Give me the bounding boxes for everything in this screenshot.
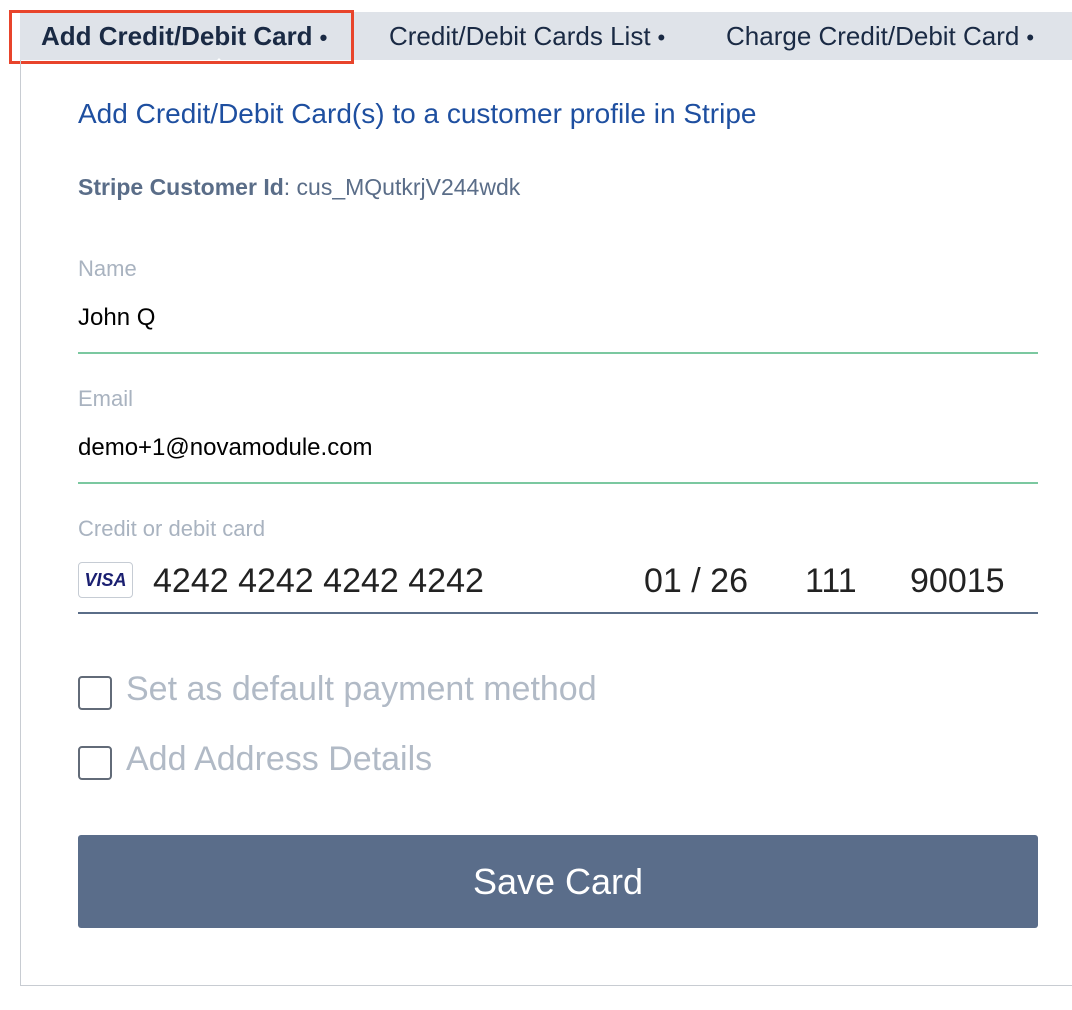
name-label: Name bbox=[78, 256, 137, 281]
customer-id-separator: : bbox=[283, 174, 291, 200]
card-expiry-field[interactable]: 01 / 26 bbox=[644, 558, 748, 604]
address-details-option[interactable]: Add Address Details bbox=[78, 740, 478, 784]
customer-id-label: Stripe Customer Id bbox=[78, 174, 284, 200]
address-details-label[interactable]: Add Address Details bbox=[126, 740, 432, 779]
tab-add-card[interactable]: Add Credit/Debit Card • bbox=[41, 12, 327, 60]
tab-separator-dot: • bbox=[657, 25, 666, 50]
stripe-customer-id: Stripe Customer Id: cus_MQutkrjV244wdk bbox=[78, 174, 520, 201]
default-payment-option[interactable]: Set as default payment method bbox=[78, 670, 638, 714]
name-field-underline bbox=[78, 352, 1038, 354]
default-payment-checkbox[interactable] bbox=[78, 676, 112, 710]
card-field-underline bbox=[78, 612, 1038, 614]
email-field[interactable] bbox=[78, 426, 1038, 470]
tab-charge-card[interactable]: Charge Credit/Debit Card • bbox=[726, 12, 1034, 60]
card-label: Credit or debit card bbox=[78, 516, 266, 541]
customer-id-value: cus_MQutkrjV244wdk bbox=[296, 174, 521, 200]
save-card-button[interactable]: Save Card bbox=[78, 835, 1038, 928]
email-field-underline bbox=[78, 482, 1038, 484]
tab-charge-card-label: Charge Credit/Debit Card bbox=[726, 21, 1020, 51]
tab-cards-list[interactable]: Credit/Debit Cards List • bbox=[389, 12, 665, 60]
name-field[interactable] bbox=[78, 296, 1038, 340]
page-heading: Add Credit/Debit Card(s) to a customer p… bbox=[78, 98, 757, 129]
tab-bar: Add Credit/Debit Card • Credit/Debit Card… bbox=[20, 12, 1072, 72]
email-label: Email bbox=[78, 386, 134, 411]
visa-card-icon: VISA bbox=[78, 562, 133, 598]
card-cvc-field[interactable]: 111 bbox=[805, 558, 857, 604]
default-payment-label[interactable]: Set as default payment method bbox=[126, 670, 597, 709]
address-details-checkbox[interactable] bbox=[78, 746, 112, 780]
card-zip-field[interactable]: 90015 bbox=[910, 558, 1005, 604]
card-number-field[interactable]: 4242 4242 4242 4242 bbox=[153, 558, 484, 604]
tab-separator-dot: • bbox=[1026, 25, 1035, 50]
tab-separator-dot: • bbox=[319, 25, 328, 50]
tab-add-card-label: Add Credit/Debit Card bbox=[41, 21, 313, 51]
tab-cards-list-label: Credit/Debit Cards List bbox=[389, 21, 651, 51]
